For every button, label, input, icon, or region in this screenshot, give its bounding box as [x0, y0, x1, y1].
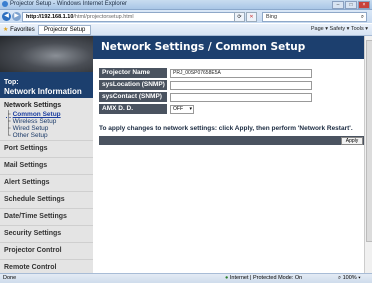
vertical-scrollbar[interactable]: [364, 36, 372, 273]
subitem-label: Other Setup: [12, 132, 48, 139]
sidebar-item-port-settings[interactable]: Port Settings: [0, 140, 93, 158]
chevron-down-icon: ▾: [189, 106, 192, 112]
refresh-icon[interactable]: ⟳: [234, 12, 245, 22]
subitem-label: Wireless Setup: [12, 118, 57, 125]
favorites-button[interactable]: ★ Favorites: [3, 26, 35, 33]
address-path: /html/projectorsetup.html: [73, 14, 134, 20]
ie-logo-icon: [2, 1, 8, 7]
globe-icon: ●: [225, 275, 229, 281]
bullet-icon: ├: [6, 125, 11, 132]
field-label: sysContact (SNMP): [99, 92, 167, 102]
field-label: Projector Name: [99, 68, 167, 78]
sidebar-subitem-common-setup[interactable]: ├ Common Setup: [6, 111, 61, 118]
sidebar-item-label: Port Settings: [4, 145, 48, 152]
sidebar-item-projector-control[interactable]: Projector Control: [0, 242, 93, 260]
bullet-icon: ├: [6, 111, 11, 118]
sidebar-item-datetime-settings[interactable]: Date/Time Settings: [0, 208, 93, 226]
address-toolbar: ◀ ▶ http://192.168.1.10/html/projectorse…: [0, 10, 372, 23]
sidebar-item-remote-control[interactable]: Remote Control: [0, 259, 93, 274]
sidebar-item-label: Date/Time Settings: [4, 213, 67, 220]
sidebar-item-label: Projector Control: [4, 247, 62, 254]
field-label: sysLocation (SNMP): [99, 80, 167, 90]
close-icon[interactable]: ×: [358, 1, 370, 9]
apply-note: To apply changes to network settings: cl…: [99, 125, 353, 132]
zoom-control[interactable]: ⌕ 100% ▾: [338, 275, 361, 282]
projector-logo: [0, 36, 93, 72]
sidebar-item-label: Alert Settings: [4, 179, 50, 186]
sidebar-top-line2: Network Information: [4, 87, 82, 96]
sidebar-subitem-other-setup[interactable]: └ Other Setup: [6, 132, 48, 139]
amx-select[interactable]: OFF ▾: [170, 105, 194, 114]
sidebar: Top: Network Information Network Setting…: [0, 36, 93, 273]
page-header: Network Settings / Common Setup: [93, 36, 365, 59]
sidebar-subitem-wireless-setup[interactable]: ├ Wireless Setup: [6, 118, 56, 125]
window-title: Projector Setup - Windows Internet Explo…: [10, 1, 128, 7]
maximize-icon[interactable]: □: [345, 1, 357, 9]
sidebar-item-mail-settings[interactable]: Mail Settings: [0, 157, 93, 175]
apply-bar: Apply: [99, 136, 365, 145]
search-icon[interactable]: ⌕: [361, 13, 364, 21]
address-input[interactable]: http://192.168.1.10/html/projectorsetup.…: [22, 12, 235, 22]
tab-projector-setup[interactable]: Projector Setup: [38, 25, 92, 35]
tab-label: Projector Setup: [44, 27, 86, 33]
security-zone: ● Internet | Protected Mode: On: [225, 275, 302, 281]
status-text: Done: [3, 275, 17, 281]
back-arrow-icon[interactable]: ◀: [2, 12, 11, 21]
magnifier-icon: ⌕: [338, 275, 342, 281]
syscontact-input[interactable]: [170, 93, 312, 102]
zoom-level: 100%: [342, 275, 357, 281]
star-icon: ★: [3, 27, 9, 33]
sidebar-item-label: Remote Control: [4, 264, 57, 271]
sidebar-item-label: Mail Settings: [4, 162, 48, 169]
search-engine-label: Bing: [266, 14, 278, 20]
sidebar-item-label: Schedule Settings: [4, 196, 65, 203]
syslocation-input[interactable]: [170, 81, 312, 90]
amx-select-value: OFF: [173, 106, 183, 112]
apply-button[interactable]: Apply: [341, 137, 363, 145]
sidebar-top-link[interactable]: Top: Network Information: [0, 72, 93, 98]
security-zone-text: Internet | Protected Mode: On: [229, 275, 303, 281]
bullet-icon: └: [6, 132, 11, 139]
field-label: AMX D. D.: [99, 104, 167, 114]
page-title: Network Settings / Common Setup: [101, 41, 306, 53]
favorites-label: Favorites: [10, 27, 35, 33]
command-bar-text: Page ▾ Safety ▾ Tools ▾: [310, 26, 368, 32]
projector-name-input[interactable]: PRJ_00SP07658E5A: [170, 69, 312, 78]
sidebar-item-alert-settings[interactable]: Alert Settings: [0, 174, 93, 192]
web-page: Top: Network Information Network Setting…: [0, 36, 365, 273]
sidebar-item-label: Security Settings: [4, 230, 62, 237]
minimize-icon[interactable]: –: [332, 1, 344, 9]
sidebar-subitem-wired-setup[interactable]: ├ Wired Setup: [6, 125, 48, 132]
bullet-icon: ├: [6, 118, 11, 125]
main-content: Projector Name PRJ_00SP07658E5A sysLocat…: [93, 59, 365, 273]
window-controls: – □ ×: [332, 1, 370, 9]
window-titlebar: Projector Setup - Windows Internet Explo…: [0, 0, 372, 10]
sidebar-item-schedule-settings[interactable]: Schedule Settings: [0, 191, 93, 209]
stop-icon[interactable]: ✕: [246, 12, 257, 22]
address-host: http://192.168.1.10: [26, 14, 74, 20]
sidebar-top-line1: Top:: [4, 79, 19, 86]
forward-arrow-icon[interactable]: ▶: [12, 12, 21, 21]
favorites-bar: ★ Favorites Projector Setup Page ▾ Safet…: [0, 24, 372, 36]
command-bar[interactable]: Page ▾ Safety ▾ Tools ▾: [311, 26, 368, 32]
sidebar-item-network-settings[interactable]: Network Settings: [4, 102, 61, 109]
search-input[interactable]: Bing ⌕: [262, 12, 367, 22]
subitem-label: Wired Setup: [12, 125, 49, 132]
subitem-label: Common Setup: [12, 111, 61, 118]
sidebar-item-security-settings[interactable]: Security Settings: [0, 225, 93, 243]
scrollbar-thumb[interactable]: [366, 40, 372, 242]
